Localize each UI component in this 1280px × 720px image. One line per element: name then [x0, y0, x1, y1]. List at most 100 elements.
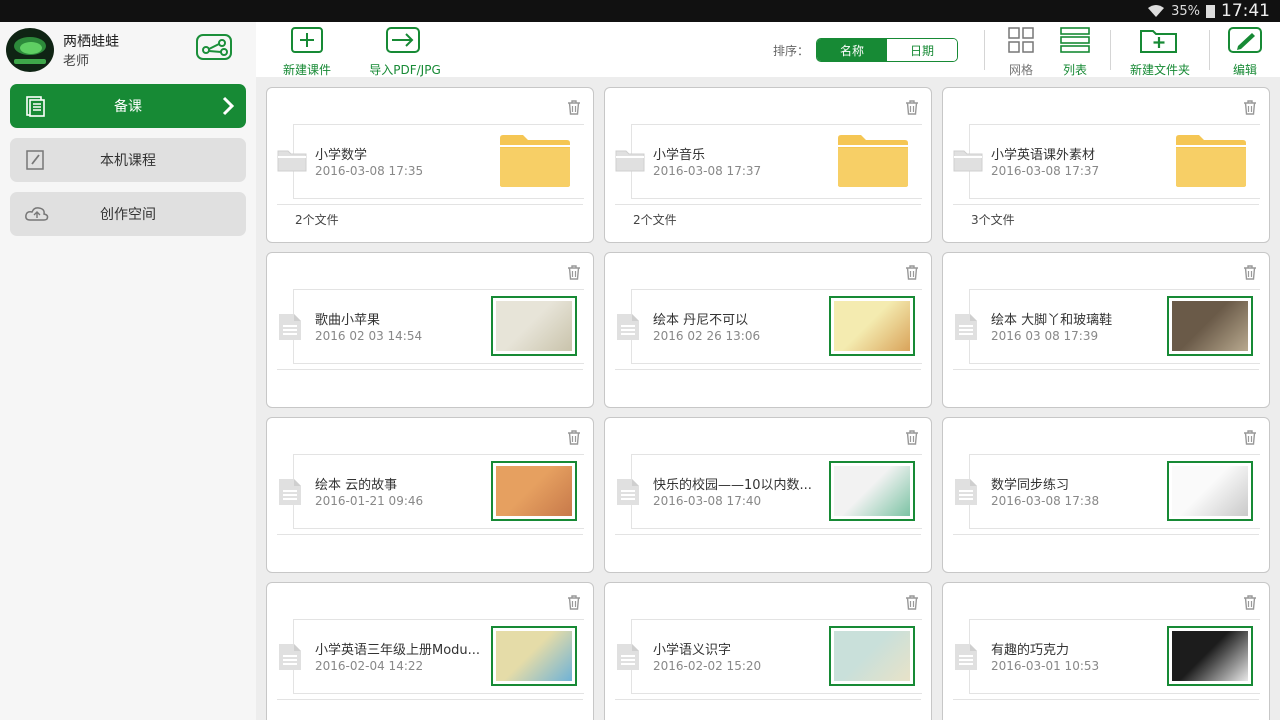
sort-toggle: 名称 日期	[816, 38, 958, 62]
user-name: 两栖蛙蛙	[63, 34, 119, 50]
new-folder-icon	[1140, 30, 1177, 53]
card-date: 2016-03-08 17:38	[991, 494, 1100, 508]
trash-icon[interactable]	[1243, 100, 1257, 119]
file-count: 2个文件	[633, 213, 677, 227]
new-folder-label: 新建文件夹	[1129, 63, 1190, 77]
course-card[interactable]: 歌曲小苹果 2016 02 03 14:54	[266, 252, 594, 408]
trash-icon[interactable]	[905, 100, 919, 119]
folder-icon	[1175, 134, 1247, 192]
edit-document-icon	[24, 149, 46, 171]
course-thumbnail	[829, 626, 915, 686]
thumbnail-image	[834, 466, 910, 516]
course-thumbnail	[491, 626, 577, 686]
trash-icon[interactable]	[905, 265, 919, 284]
course-card[interactable]: 数学同步练习 2016-03-08 17:38	[942, 417, 1270, 573]
course-card[interactable]: 快乐的校园——10以内数... 2016-03-08 17:40	[604, 417, 932, 573]
sort-by-name-button[interactable]: 名称	[817, 39, 887, 61]
clock: 17:41	[1221, 1, 1270, 21]
sidebar-item-local-courses[interactable]: 本机课程	[10, 138, 246, 182]
document-icon	[277, 478, 303, 510]
course-card[interactable]: 绘本 大脚丫和玻璃鞋 2016 03 08 17:39	[942, 252, 1270, 408]
trash-icon[interactable]	[567, 265, 581, 284]
cloud-icon	[24, 203, 49, 225]
file-count: 2个文件	[295, 213, 339, 227]
folder-icon	[837, 134, 909, 192]
thumbnail-image	[1172, 466, 1248, 516]
edit-button[interactable]: 编辑	[1218, 22, 1272, 77]
card-divider	[615, 204, 921, 205]
toolbar-divider	[984, 30, 985, 70]
card-divider	[953, 534, 1259, 535]
file-count: 3个文件	[971, 213, 1015, 227]
sidebar-item-prepare-lessons[interactable]: 备课	[10, 84, 246, 128]
trash-icon[interactable]	[567, 100, 581, 119]
card-divider	[277, 534, 583, 535]
new-folder-button[interactable]: 新建文件夹	[1118, 22, 1202, 77]
grid-icon	[1008, 27, 1034, 53]
card-title: 小学数学	[315, 148, 368, 163]
sidebar: 两栖蛙蛙 老师 备课 本机课程 创作空间	[0, 22, 256, 720]
import-label: 导入PDF/JPG	[369, 63, 441, 77]
thumbnail-image	[834, 631, 910, 681]
trash-icon[interactable]	[1243, 430, 1257, 449]
list-view-label: 列表	[1062, 63, 1087, 77]
share-button[interactable]	[196, 34, 232, 60]
card-divider	[277, 699, 583, 700]
list-icon	[1060, 27, 1090, 53]
trash-icon[interactable]	[905, 430, 919, 449]
avatar[interactable]	[6, 28, 54, 72]
card-date: 2016 03 08 17:39	[991, 329, 1099, 343]
trash-icon[interactable]	[567, 595, 581, 614]
import-pdf-button[interactable]: 导入PDF/JPG	[356, 22, 454, 77]
course-card[interactable]: 小学语义识字 2016-02-02 15:20	[604, 582, 932, 720]
card-date: 2016-03-08 17:37	[653, 164, 762, 178]
chevron-right-icon	[222, 96, 235, 120]
card-divider	[953, 204, 1259, 205]
status-bar: 35% 17:41	[0, 0, 1280, 22]
trash-icon[interactable]	[567, 430, 581, 449]
sort-by-date-button[interactable]: 日期	[887, 39, 957, 61]
folder-card[interactable]: 小学数学 2016-03-08 17:35 2个文件	[266, 87, 594, 243]
course-thumbnail	[1167, 461, 1253, 521]
thumbnail-image	[496, 301, 572, 351]
card-date: 2016-03-01 10:53	[991, 659, 1100, 673]
card-title: 小学英语课外素材	[991, 148, 1096, 163]
import-icon	[386, 27, 420, 53]
trash-icon[interactable]	[905, 595, 919, 614]
course-card[interactable]: 绘本 云的故事 2016-01-21 09:46	[266, 417, 594, 573]
user-role: 老师	[63, 54, 90, 69]
grid-view-button[interactable]: 网格	[996, 22, 1046, 77]
document-icon	[615, 643, 641, 675]
trash-icon[interactable]	[1243, 265, 1257, 284]
card-date: 2016-03-08 17:35	[315, 164, 424, 178]
course-card[interactable]: 小学英语三年级上册Modu... 2016-02-04 14:22	[266, 582, 594, 720]
card-divider	[615, 534, 921, 535]
pencil-icon	[1228, 27, 1262, 53]
toolbar-divider	[1209, 30, 1210, 70]
course-thumbnail	[491, 296, 577, 356]
course-thumbnail	[829, 296, 915, 356]
course-card[interactable]: 有趣的巧克力 2016-03-01 10:53	[942, 582, 1270, 720]
trash-icon[interactable]	[1243, 595, 1257, 614]
document-icon	[277, 313, 303, 345]
card-divider	[277, 204, 583, 205]
document-icon	[953, 643, 979, 675]
new-course-button[interactable]: 新建课件	[278, 22, 336, 77]
card-date: 2016-02-04 14:22	[315, 659, 424, 673]
edit-label: 编辑	[1232, 63, 1257, 77]
card-date: 2016-01-21 09:46	[315, 494, 424, 508]
card-date: 2016-03-08 17:37	[991, 164, 1100, 178]
share-icon	[202, 39, 228, 56]
card-title: 小学语义识字	[653, 643, 732, 658]
card-title: 绘本 云的故事	[315, 478, 398, 493]
folder-card[interactable]: 小学英语课外素材 2016-03-08 17:37 3个文件	[942, 87, 1270, 243]
card-divider	[953, 699, 1259, 700]
folder-card[interactable]: 小学音乐 2016-03-08 17:37 2个文件	[604, 87, 932, 243]
sidebar-item-creation-space[interactable]: 创作空间	[10, 192, 246, 236]
list-view-button[interactable]: 列表	[1050, 22, 1100, 77]
card-title: 小学英语三年级上册Modu...	[315, 643, 481, 658]
card-date: 2016 02 03 14:54	[315, 329, 423, 343]
course-card[interactable]: 绘本 丹尼不可以 2016 02 26 13:06	[604, 252, 932, 408]
course-grid: 小学数学 2016-03-08 17:35 2个文件 小学音乐 2016-03-08 1…	[256, 77, 1280, 720]
battery-icon	[1206, 4, 1215, 18]
